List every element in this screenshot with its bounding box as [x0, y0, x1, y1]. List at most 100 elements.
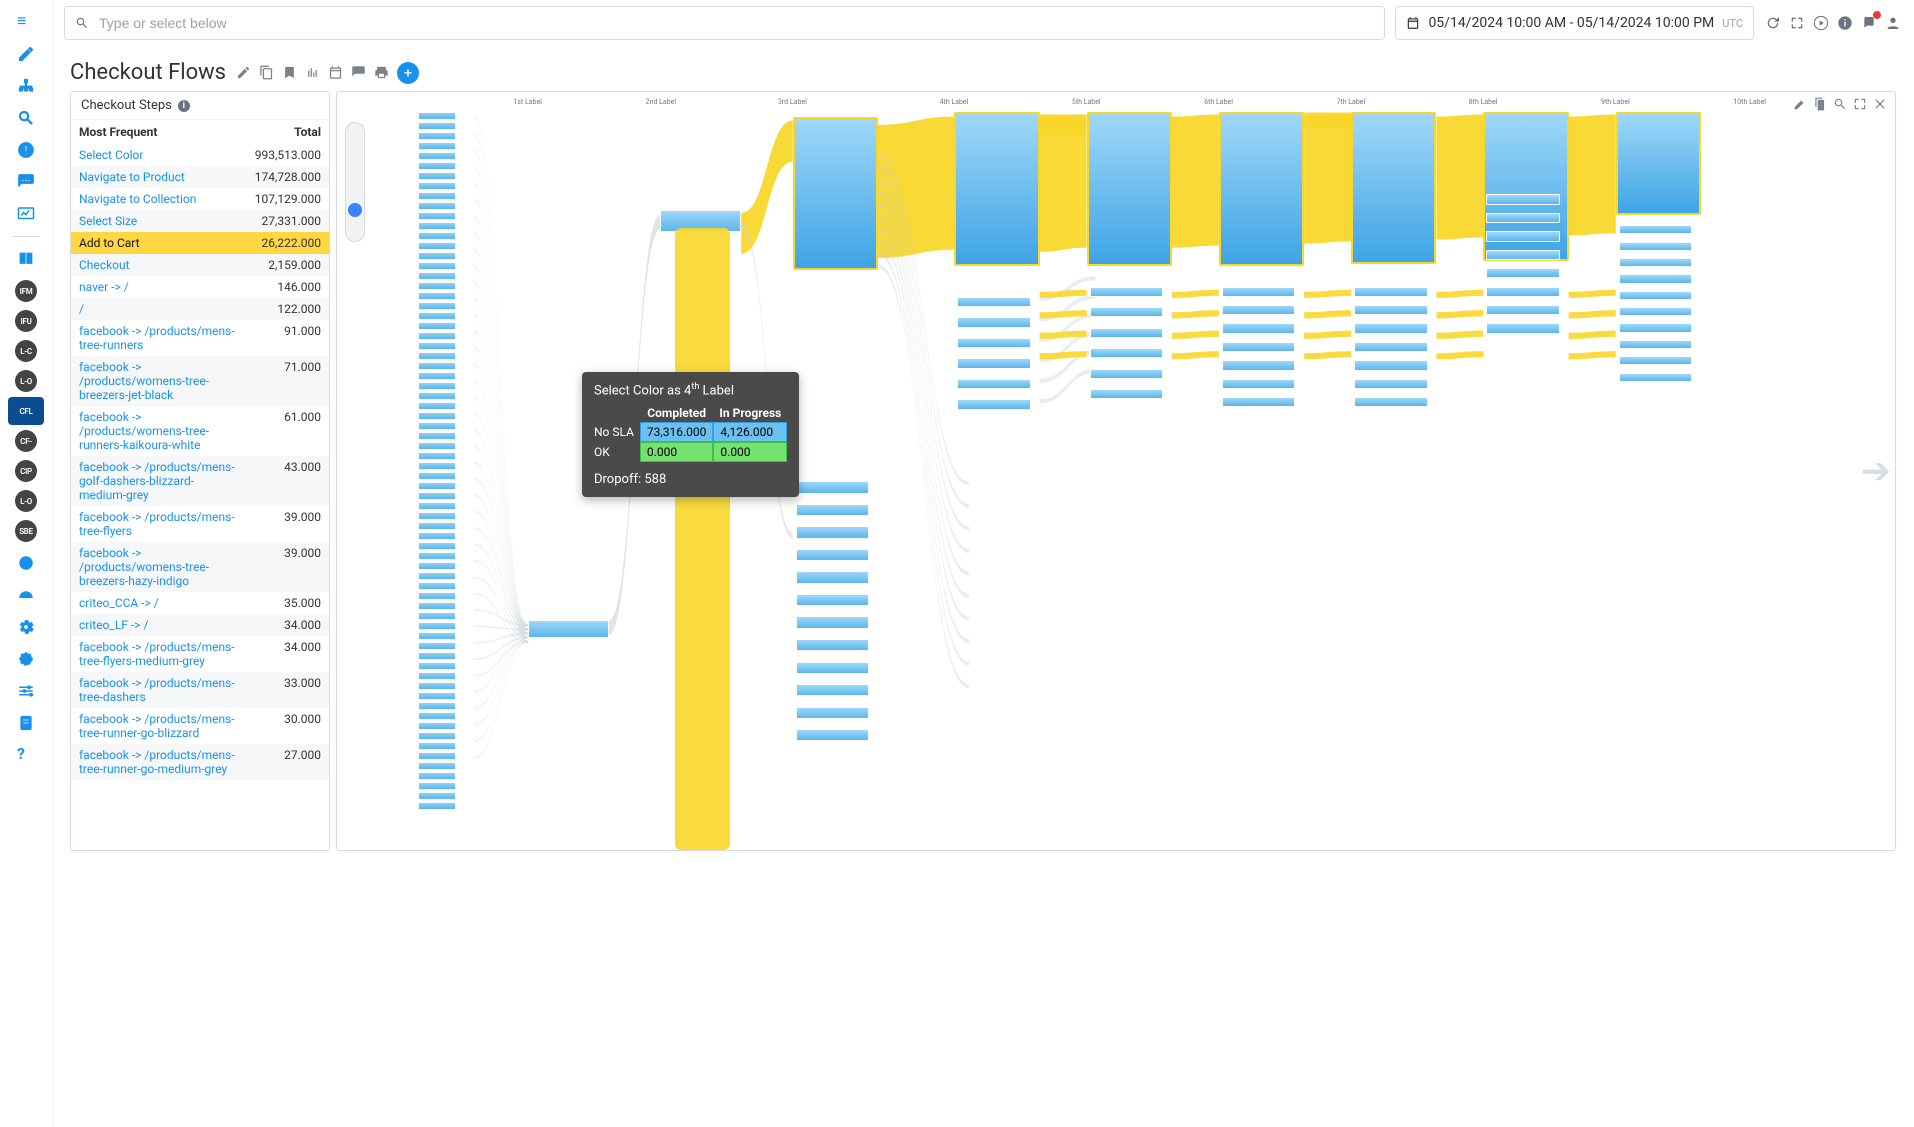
sankey-node[interactable]	[1486, 305, 1559, 315]
panel-close-icon[interactable]	[1873, 97, 1887, 111]
sankey-node[interactable]	[1090, 389, 1163, 399]
chart-icon[interactable]	[305, 65, 320, 80]
sankey-node[interactable]	[1619, 356, 1692, 365]
user-menu[interactable]	[1884, 14, 1902, 32]
sankey-node[interactable]	[1222, 342, 1295, 352]
step-link[interactable]: facebook -> /products/mens-tree-flyers	[79, 510, 235, 538]
table-row[interactable]: naver -> /146.000	[71, 276, 329, 298]
sankey-chart[interactable]: 1st Label2nd Label3rd Label4th Label5th …	[337, 92, 1895, 850]
sankey-node[interactable]	[796, 571, 869, 583]
panel-zoom-icon[interactable]	[1833, 97, 1847, 111]
zoom-slider[interactable]	[345, 122, 365, 242]
alert-icon[interactable]	[8, 136, 44, 164]
step-link[interactable]: facebook -> /products/mens-tree-runners	[79, 324, 235, 352]
table-row[interactable]: Add to Cart26,222.000	[71, 232, 329, 254]
sankey-node[interactable]	[796, 526, 869, 538]
sankey-node[interactable]	[1619, 242, 1692, 251]
loading-icon[interactable]	[8, 645, 44, 673]
sankey-node[interactable]	[796, 729, 869, 741]
step-link[interactable]: Select Color	[79, 148, 143, 162]
sankey-node[interactable]	[1486, 323, 1559, 333]
step-link[interactable]: facebook -> /products/mens-tree-flyers-m…	[79, 640, 235, 668]
sankey-node[interactable]	[796, 639, 869, 651]
sankey-node[interactable]	[1619, 274, 1692, 283]
table-row[interactable]: facebook -> /products/mens-tree-flyers39…	[71, 506, 329, 542]
sankey-node[interactable]	[1090, 348, 1163, 358]
sankey-node[interactable]	[1619, 340, 1692, 349]
step-link[interactable]: facebook -> /products/womens-tree-breeze…	[79, 546, 209, 588]
next-arrow[interactable]: ➔	[1861, 450, 1891, 492]
sliders-icon[interactable]	[8, 677, 44, 705]
sankey-node[interactable]	[1222, 287, 1295, 297]
sankey-node[interactable]	[954, 112, 1039, 266]
step-link[interactable]: facebook -> /products/mens-golf-dashers-…	[79, 460, 235, 502]
step-link[interactable]: naver -> /	[79, 280, 129, 294]
gauge-icon[interactable]	[8, 581, 44, 609]
sankey-node[interactable]	[796, 684, 869, 696]
table-row[interactable]: Select Size27,331.000	[71, 210, 329, 232]
sankey-node[interactable]	[1486, 268, 1559, 278]
sankey-node[interactable]	[796, 616, 869, 628]
sankey-node[interactable]	[1354, 360, 1427, 370]
menu-icon[interactable]: ≡	[8, 8, 44, 36]
sankey-node[interactable]	[1090, 328, 1163, 338]
sankey-node[interactable]	[1090, 287, 1163, 297]
search-input[interactable]	[97, 14, 1374, 32]
step-link[interactable]: facebook -> /products/womens-tree-runner…	[79, 410, 209, 452]
sankey-node[interactable]	[1222, 379, 1295, 389]
step-link[interactable]: criteo_CCA -> /	[79, 596, 159, 610]
nav-tag-ifu[interactable]: IFU	[8, 307, 44, 335]
sankey-node[interactable]	[1486, 250, 1559, 260]
sankey-node[interactable]	[1222, 397, 1295, 407]
sankey-node[interactable]	[957, 379, 1030, 389]
sankey-node[interactable]	[796, 594, 869, 606]
copy-icon[interactable]	[259, 65, 274, 80]
global-search[interactable]	[64, 6, 1385, 40]
table-row[interactable]: facebook -> /products/mens-tree-flyers-m…	[71, 636, 329, 672]
fullscreen-button[interactable]	[1788, 14, 1806, 32]
step-link[interactable]: Checkout	[79, 258, 130, 272]
dashboard-icon[interactable]	[8, 200, 44, 228]
nav-tag-cip[interactable]: CIP	[8, 457, 44, 485]
nav-tag-cfl[interactable]: CFL	[8, 397, 44, 425]
step-link[interactable]: facebook -> /products/womens-tree-breeze…	[79, 360, 209, 402]
sankey-node[interactable]	[1351, 112, 1436, 264]
step-link[interactable]: facebook -> /products/mens-tree-runner-g…	[79, 748, 235, 776]
nav-tag-sbe[interactable]: SBE	[8, 517, 44, 545]
sankey-node[interactable]	[1619, 258, 1692, 267]
sankey-node[interactable]	[1090, 307, 1163, 317]
panel-edit-icon[interactable]	[1793, 97, 1807, 111]
step-link[interactable]: facebook -> /products/mens-tree-runner-g…	[79, 712, 235, 740]
add-button[interactable]: +	[397, 62, 419, 84]
sitemap-icon[interactable]	[8, 72, 44, 100]
nav-tag-l-c[interactable]: L-C	[8, 337, 44, 365]
table-row[interactable]: facebook -> /products/mens-tree-runner-g…	[71, 744, 329, 780]
step-link[interactable]: Navigate to Product	[79, 170, 185, 184]
nav-tag-cf-[interactable]: CF-	[8, 427, 44, 455]
sankey-node[interactable]	[1090, 369, 1163, 379]
nav-tag-l-o[interactable]: L-O	[8, 367, 44, 395]
search-icon[interactable]	[8, 104, 44, 132]
gear-icon[interactable]	[8, 613, 44, 641]
sankey-node[interactable]	[1354, 397, 1427, 407]
print-icon[interactable]	[374, 65, 389, 80]
sankey-node[interactable]	[796, 481, 869, 493]
target-icon[interactable]	[8, 549, 44, 577]
step-link[interactable]: Add to Cart	[79, 236, 140, 250]
sankey-node[interactable]	[1486, 213, 1559, 223]
sankey-node[interactable]	[1354, 379, 1427, 389]
table-row[interactable]: facebook -> /products/mens-tree-runner-g…	[71, 708, 329, 744]
table-row[interactable]: facebook -> /products/mens-tree-dashers3…	[71, 672, 329, 708]
table-row[interactable]: criteo_LF -> /34.000	[71, 614, 329, 636]
notifications-button[interactable]	[1860, 14, 1878, 32]
edit-icon[interactable]	[236, 65, 251, 80]
book-icon[interactable]	[8, 245, 44, 273]
bookmark-icon[interactable]	[282, 65, 297, 80]
nav-tag-ifm[interactable]: IFM	[8, 277, 44, 305]
sankey-node[interactable]	[1619, 291, 1692, 300]
sankey-node[interactable]	[957, 358, 1030, 368]
step-link[interactable]: Select Size	[79, 214, 137, 228]
sankey-node[interactable]	[1354, 305, 1427, 315]
table-row[interactable]: /122.000	[71, 298, 329, 320]
table-row[interactable]: facebook -> /products/womens-tree-breeze…	[71, 356, 329, 406]
